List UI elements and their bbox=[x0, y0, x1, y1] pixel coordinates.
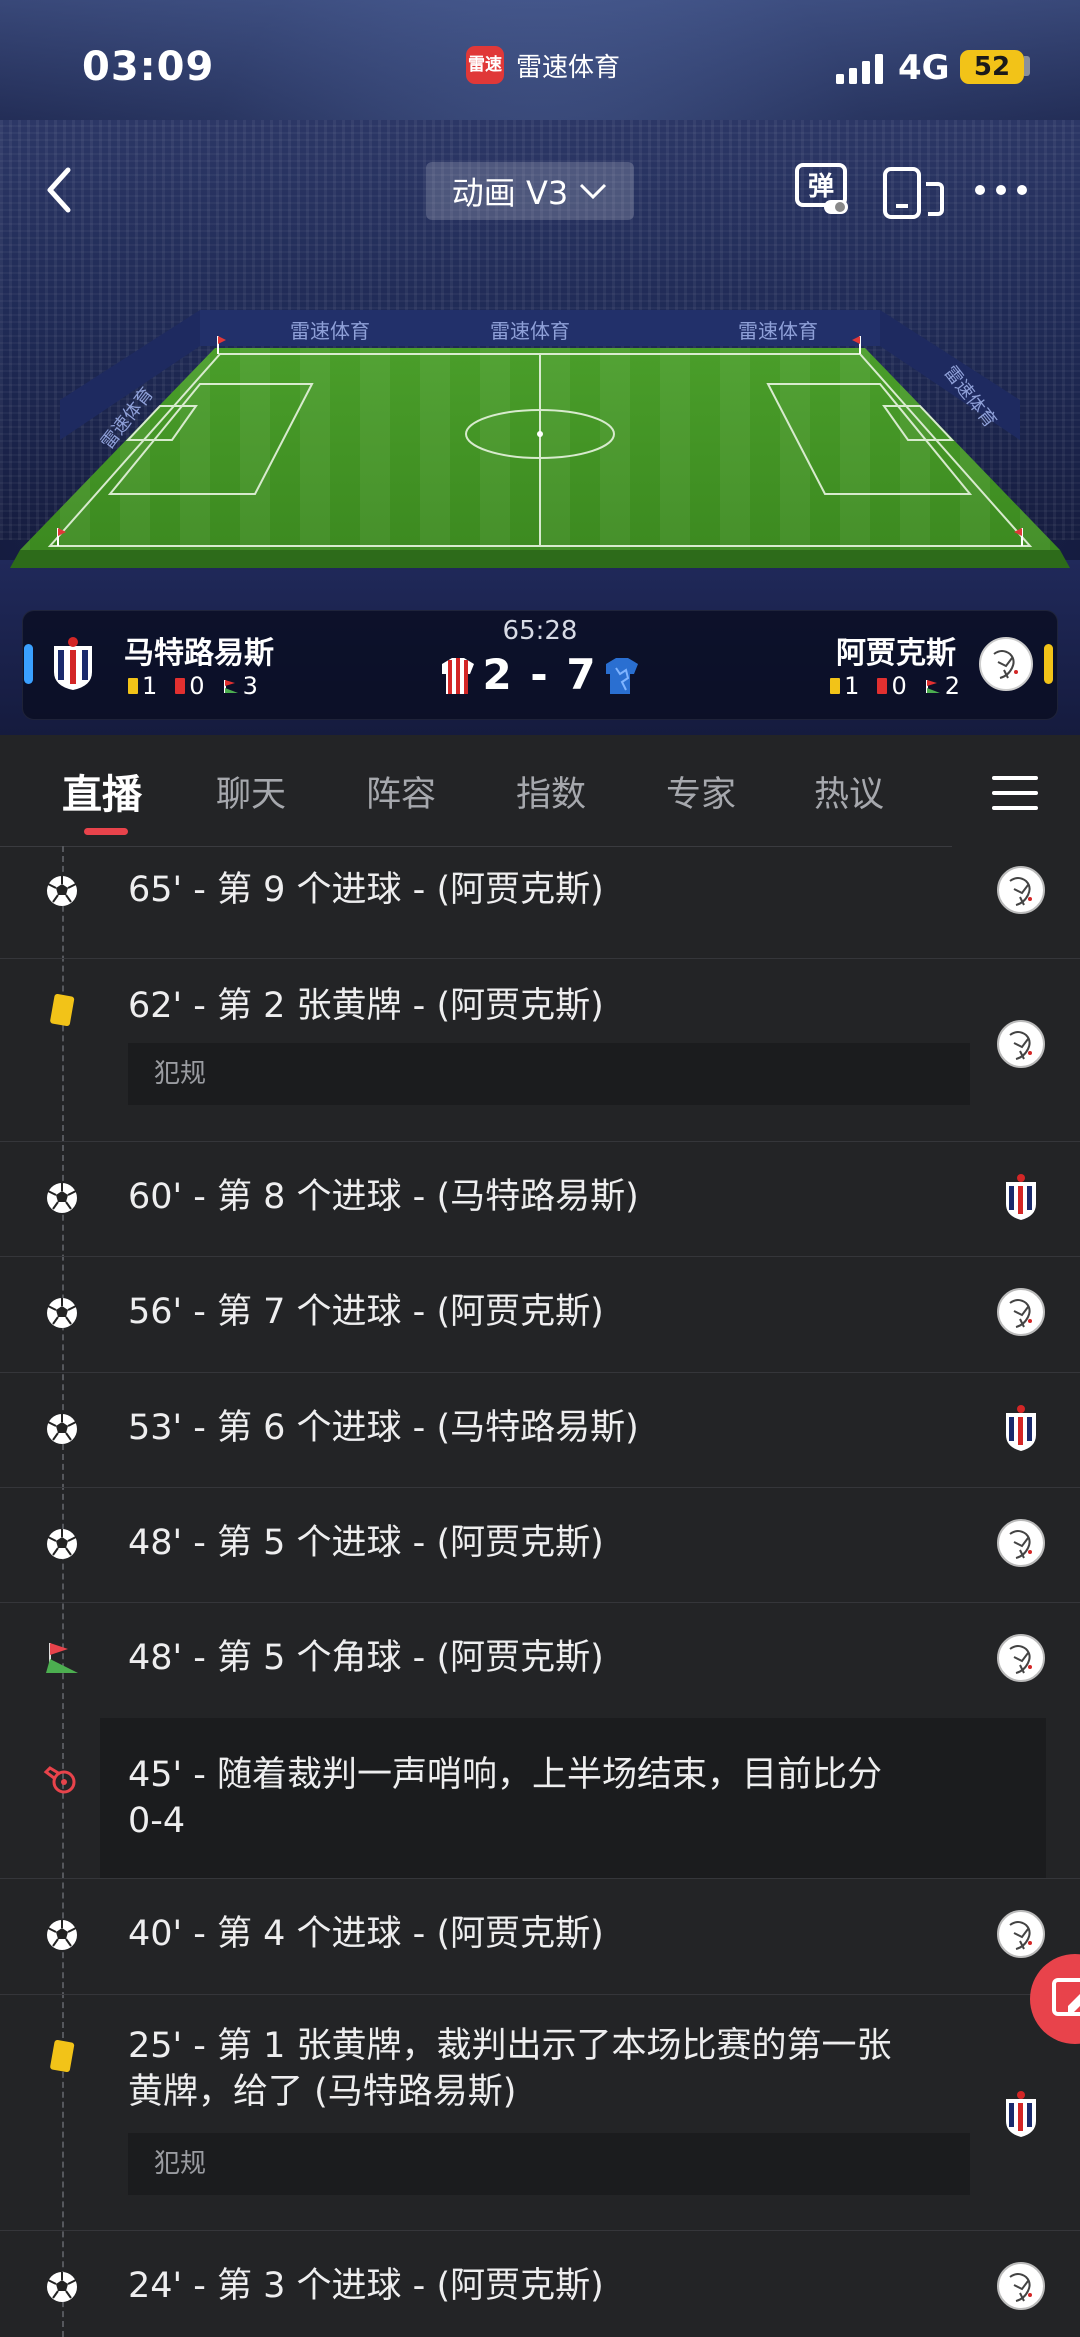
football-icon bbox=[46, 2271, 78, 2303]
away-team-name[interactable]: 阿贾克斯 bbox=[836, 628, 956, 672]
tab-live[interactable]: 直播 bbox=[62, 762, 142, 820]
event-text: 56' - 第 7 个进球 - (阿贾克斯) bbox=[128, 1292, 604, 1332]
event-text: 25' - 第 1 张黄牌，裁判出示了本场比赛的第一张 黄牌，给了 (马特路易斯… bbox=[128, 2023, 958, 2115]
football-icon bbox=[46, 1297, 78, 1329]
event-divider bbox=[0, 958, 1080, 959]
event-text: 60' - 第 8 个进球 - (马特路易斯) bbox=[128, 1177, 639, 1217]
event-text: 24' - 第 3 个进球 - (阿贾克斯) bbox=[128, 2266, 604, 2306]
chevron-down-icon bbox=[580, 183, 607, 200]
status-bar: 03:09 雷速 雷速体育 4G 52 bbox=[0, 0, 1080, 130]
home-team-badge-icon bbox=[1006, 2091, 1036, 2137]
corner-flag-icon bbox=[46, 1643, 78, 1673]
away-team-badge-icon bbox=[997, 1288, 1045, 1336]
pencil-icon bbox=[1052, 1978, 1080, 2016]
away-corner-count: 2 bbox=[944, 672, 960, 700]
app-name: 雷速体育 bbox=[516, 52, 621, 83]
app-indicator: 雷速 雷速体育 bbox=[466, 46, 620, 84]
away-team-badge-icon bbox=[997, 1910, 1045, 1958]
event-divider bbox=[0, 2230, 1080, 2231]
event-note: 犯规 bbox=[128, 2133, 970, 2195]
event-divider bbox=[0, 1256, 1080, 1257]
svg-text:弹: 弹 bbox=[808, 172, 834, 202]
yellow-card-icon bbox=[830, 678, 841, 694]
tab-chat[interactable]: 聊天 bbox=[216, 766, 286, 817]
event-divider bbox=[0, 1487, 1080, 1488]
event-text: 62' - 第 2 张黄牌 - (阿贾克斯) bbox=[128, 986, 604, 1026]
clock: 03:09 bbox=[82, 44, 215, 90]
tab-odds[interactable]: 指数 bbox=[516, 766, 586, 817]
football-icon bbox=[46, 875, 78, 907]
screen-cast-icon[interactable] bbox=[882, 166, 946, 220]
away-team-badge-icon bbox=[997, 1020, 1045, 1068]
animation-version-select[interactable]: 动画 V3 bbox=[426, 162, 634, 220]
away-kit-icon bbox=[606, 658, 638, 694]
yellow-card-icon bbox=[50, 2039, 75, 2073]
tab-discussion[interactable]: 热议 bbox=[814, 766, 884, 817]
ad-board-1: 雷速体育 bbox=[290, 319, 370, 343]
football-icon bbox=[46, 1182, 78, 1214]
event-text: 48' - 第 5 个角球 - (阿贾克斯) bbox=[128, 1638, 604, 1678]
danmu-toggle-button[interactable]: 弹 bbox=[794, 162, 850, 218]
event-divider bbox=[0, 1372, 1080, 1373]
event-divider bbox=[0, 1994, 1080, 1995]
home-team-badge-icon bbox=[1006, 1405, 1036, 1451]
away-team-badge-icon bbox=[997, 866, 1045, 914]
event-text: 48' - 第 5 个进球 - (阿贾克斯) bbox=[128, 1523, 604, 1563]
red-card-icon bbox=[877, 678, 888, 694]
event-divider bbox=[0, 1602, 1080, 1603]
app-logo-icon: 雷速 bbox=[466, 46, 504, 84]
away-team-badge-icon bbox=[997, 1519, 1045, 1567]
ad-board-3: 雷速体育 bbox=[738, 319, 818, 343]
danmu-icon: 弹 bbox=[795, 163, 848, 214]
event-note: 犯规 bbox=[128, 1043, 970, 1105]
active-tab-indicator bbox=[84, 828, 128, 835]
timeline-line bbox=[62, 846, 64, 2337]
whistle-icon bbox=[43, 1766, 76, 1794]
tab-lineup[interactable]: 阵容 bbox=[366, 766, 436, 817]
football-icon bbox=[46, 1919, 78, 1951]
event-text: 53' - 第 6 个进球 - (马特路易斯) bbox=[128, 1408, 639, 1448]
ad-board-2: 雷速体育 bbox=[490, 319, 570, 343]
battery-icon: 52 bbox=[960, 50, 1024, 84]
animation-version-label: 动画 V3 bbox=[451, 174, 569, 212]
event-text-line2: 0-4 bbox=[128, 1801, 186, 1841]
yellow-card-icon bbox=[50, 993, 75, 1027]
edit-fab-button[interactable] bbox=[1030, 1954, 1080, 2044]
event-text-line1: 45' - 随着裁判一声哨响，上半场结束，目前比分 bbox=[128, 1755, 883, 1795]
event-text: 65' - 第 9 个进球 - (阿贾克斯) bbox=[128, 870, 604, 910]
home-team-badge-icon bbox=[1006, 1174, 1036, 1220]
tab-divider bbox=[0, 846, 952, 847]
network-type: 4G bbox=[898, 48, 950, 88]
away-team-badge-icon bbox=[997, 1634, 1045, 1682]
corner-icon bbox=[925, 680, 940, 693]
event-text: 45' - 随着裁判一声哨响，上半场结束，目前比分 0-4 bbox=[128, 1752, 958, 1844]
event-text-line1: 25' - 第 1 张黄牌，裁判出示了本场比赛的第一张 bbox=[128, 2026, 892, 2066]
battery-tip bbox=[1024, 56, 1030, 76]
football-icon bbox=[46, 1528, 78, 1560]
more-icon[interactable] bbox=[972, 170, 1030, 210]
away-team-logo[interactable] bbox=[978, 636, 1034, 692]
away-red-count: 0 bbox=[891, 672, 907, 700]
event-divider bbox=[0, 1878, 1080, 1879]
signal-icon bbox=[836, 54, 883, 84]
back-icon[interactable] bbox=[40, 160, 80, 220]
away-team-stats: 1 0 2 bbox=[830, 672, 960, 700]
football-icon bbox=[46, 1413, 78, 1445]
away-team-badge-icon bbox=[997, 2262, 1045, 2310]
event-divider bbox=[0, 1141, 1080, 1142]
event-text: 40' - 第 4 个进球 - (阿贾克斯) bbox=[128, 1914, 604, 1954]
football-pitch: 雷速体育 雷速体育 雷速体育 雷速体育 雷速体育 bbox=[10, 310, 1070, 568]
away-yellow-count: 1 bbox=[844, 672, 860, 700]
tab-expert[interactable]: 专家 bbox=[666, 766, 736, 817]
event-text-line2: 黄牌，给了 (马特路易斯) bbox=[128, 2072, 517, 2112]
menu-icon[interactable] bbox=[992, 774, 1038, 812]
